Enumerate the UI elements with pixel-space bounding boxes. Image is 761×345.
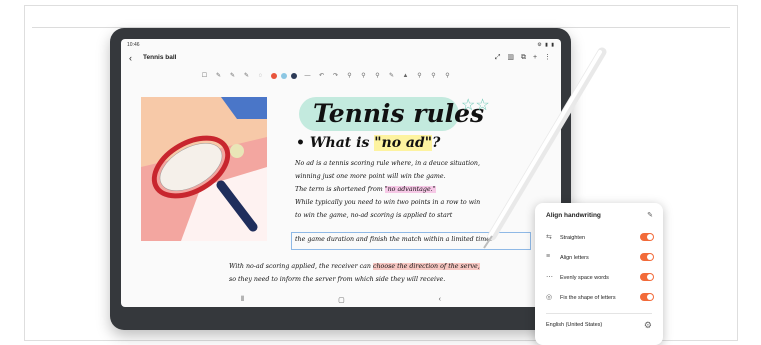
- image-icon[interactable]: ⚲: [416, 73, 423, 80]
- panel-divider: [546, 313, 652, 314]
- status-time: 10:46: [127, 42, 140, 48]
- add-icon[interactable]: +: [533, 54, 537, 61]
- select-tool-icon[interactable]: ☐: [201, 73, 208, 80]
- note-line-1: No ad is a tennis scoring rule where, in…: [295, 160, 480, 167]
- nav-bar: ⦀ ▢ ‹: [241, 296, 441, 304]
- stroke-width-icon[interactable]: —: [304, 73, 311, 80]
- note-title: Tennis ball: [143, 54, 177, 61]
- fullscreen-icon[interactable]: ⤢: [495, 54, 501, 61]
- subheading: • What is "no ad"?: [296, 135, 440, 151]
- option-fix-shape[interactable]: ◎ Fix the shape of letters: [546, 292, 656, 304]
- drawing-toolbar: ☐ ✎ ✎ ✎ ◌ — ↶ ↷ ⚲ ⚲ ⚲ ✎ ▲ ⚲ ⚲ ⚲: [201, 70, 458, 82]
- back-icon[interactable]: ‹: [129, 53, 132, 63]
- subheading-highlight: "no ad": [374, 135, 433, 151]
- pen-tool-icon[interactable]: ✎: [215, 73, 222, 80]
- note-line-2: winning just one more point will win the…: [295, 173, 446, 180]
- option-evenly-space-words[interactable]: ⋯ Evenly space words: [546, 272, 656, 284]
- straighten-toggle[interactable]: [640, 233, 654, 241]
- marker-icon[interactable]: ✎: [388, 73, 395, 80]
- tablet-screen: 10:46 ⚙ ▮ ▮ ‹ Tennis ball ⤢ ▥ ⧉ + ⋮ ☐ ✎ …: [121, 39, 561, 307]
- option-label: Evenly space words: [560, 275, 609, 281]
- pin-icon[interactable]: ✎: [647, 211, 653, 219]
- color-swatch-navy[interactable]: [291, 73, 297, 79]
- straighten-icon: ⇆: [546, 234, 552, 241]
- align-handwriting-panel: Align handwriting ✎ ⇆ Straighten ≡ Align…: [535, 203, 663, 345]
- subheading-prefix: • What is: [296, 135, 375, 151]
- pencil-tool-icon[interactable]: ✎: [229, 73, 236, 80]
- option-align-letters[interactable]: ≡ Align letters: [546, 252, 656, 264]
- layout-icon[interactable]: ▥: [507, 54, 514, 61]
- note-line-7-text: With no-ad scoring applied, the receiver…: [229, 263, 373, 270]
- attach-icon[interactable]: ⚲: [444, 73, 451, 80]
- align-letters-toggle[interactable]: [640, 253, 654, 261]
- shape-icon[interactable]: ⚲: [360, 73, 367, 80]
- home-icon[interactable]: ▢: [338, 296, 345, 304]
- option-straighten[interactable]: ⇆ Straighten: [546, 232, 656, 244]
- option-label: Align letters: [560, 255, 589, 261]
- star-doodle-icon: ☆☆: [461, 97, 490, 114]
- settings-gear-icon[interactable]: ⚙: [644, 320, 652, 331]
- note-line-3-text: The term is shortened from: [295, 186, 385, 193]
- note-line-3-highlight: "no advantage.": [384, 186, 436, 193]
- more-icon[interactable]: ⋮: [544, 54, 551, 61]
- language-label[interactable]: English (United States): [546, 322, 602, 328]
- text-icon[interactable]: ⚲: [374, 73, 381, 80]
- note-line-7: With no-ad scoring applied, the receiver…: [229, 263, 480, 270]
- color-swatch-red[interactable]: [271, 73, 277, 79]
- handwritten-title: Tennis rules: [313, 99, 485, 128]
- copy-icon[interactable]: ⧉: [521, 54, 526, 61]
- fix-shape-icon: ◎: [546, 294, 553, 301]
- tennis-racket-illustration: [141, 97, 267, 241]
- note-line-5: to win the game, no-ad scoring is applie…: [295, 212, 453, 219]
- title-area: Tennis rules ☆☆: [291, 89, 551, 139]
- evenly-space-toggle[interactable]: [640, 273, 654, 281]
- app-actions: ⤢ ▥ ⧉ + ⋮: [490, 53, 551, 62]
- subheading-suffix: ?: [432, 135, 441, 151]
- note-line-8: so they need to inform the server from w…: [229, 276, 446, 283]
- note-line-6: the game duration and finish the match w…: [295, 236, 492, 243]
- align-letters-icon: ≡: [546, 253, 551, 260]
- note-canvas[interactable]: Tennis rules ☆☆ • What is "no ad"? No ad…: [121, 85, 561, 307]
- note-line-4: While typically you need to win two poin…: [295, 199, 481, 206]
- recents-icon[interactable]: ⦀: [241, 296, 244, 304]
- voice-icon[interactable]: ⚲: [430, 73, 437, 80]
- nav-back-icon[interactable]: ‹: [439, 296, 441, 304]
- redo-icon[interactable]: ↷: [332, 73, 339, 80]
- panel-title: Align handwriting: [546, 212, 601, 219]
- highlighter-tool-icon[interactable]: ✎: [243, 73, 250, 80]
- status-bar: 10:46 ⚙ ▮ ▮: [127, 42, 555, 50]
- color-swatch-blue[interactable]: [281, 73, 287, 79]
- fix-shape-toggle[interactable]: [640, 293, 654, 301]
- option-label: Straighten: [560, 235, 586, 241]
- option-label: Fix the shape of letters: [560, 295, 616, 301]
- undo-icon[interactable]: ↶: [318, 73, 325, 80]
- note-line-3: The term is shortened from "no advantage…: [295, 186, 436, 193]
- space-words-icon: ⋯: [546, 274, 553, 281]
- lasso-icon[interactable]: ⚲: [346, 73, 353, 80]
- status-icons: ⚙ ▮ ▮: [537, 42, 555, 48]
- eraser-tool-icon[interactable]: ◌: [257, 73, 264, 80]
- app-bar: ‹ Tennis ball ⤢ ▥ ⧉ + ⋮: [121, 51, 561, 67]
- note-line-7-highlight: choose the direction of the serve,: [372, 263, 480, 270]
- triangle-icon[interactable]: ▲: [402, 73, 409, 80]
